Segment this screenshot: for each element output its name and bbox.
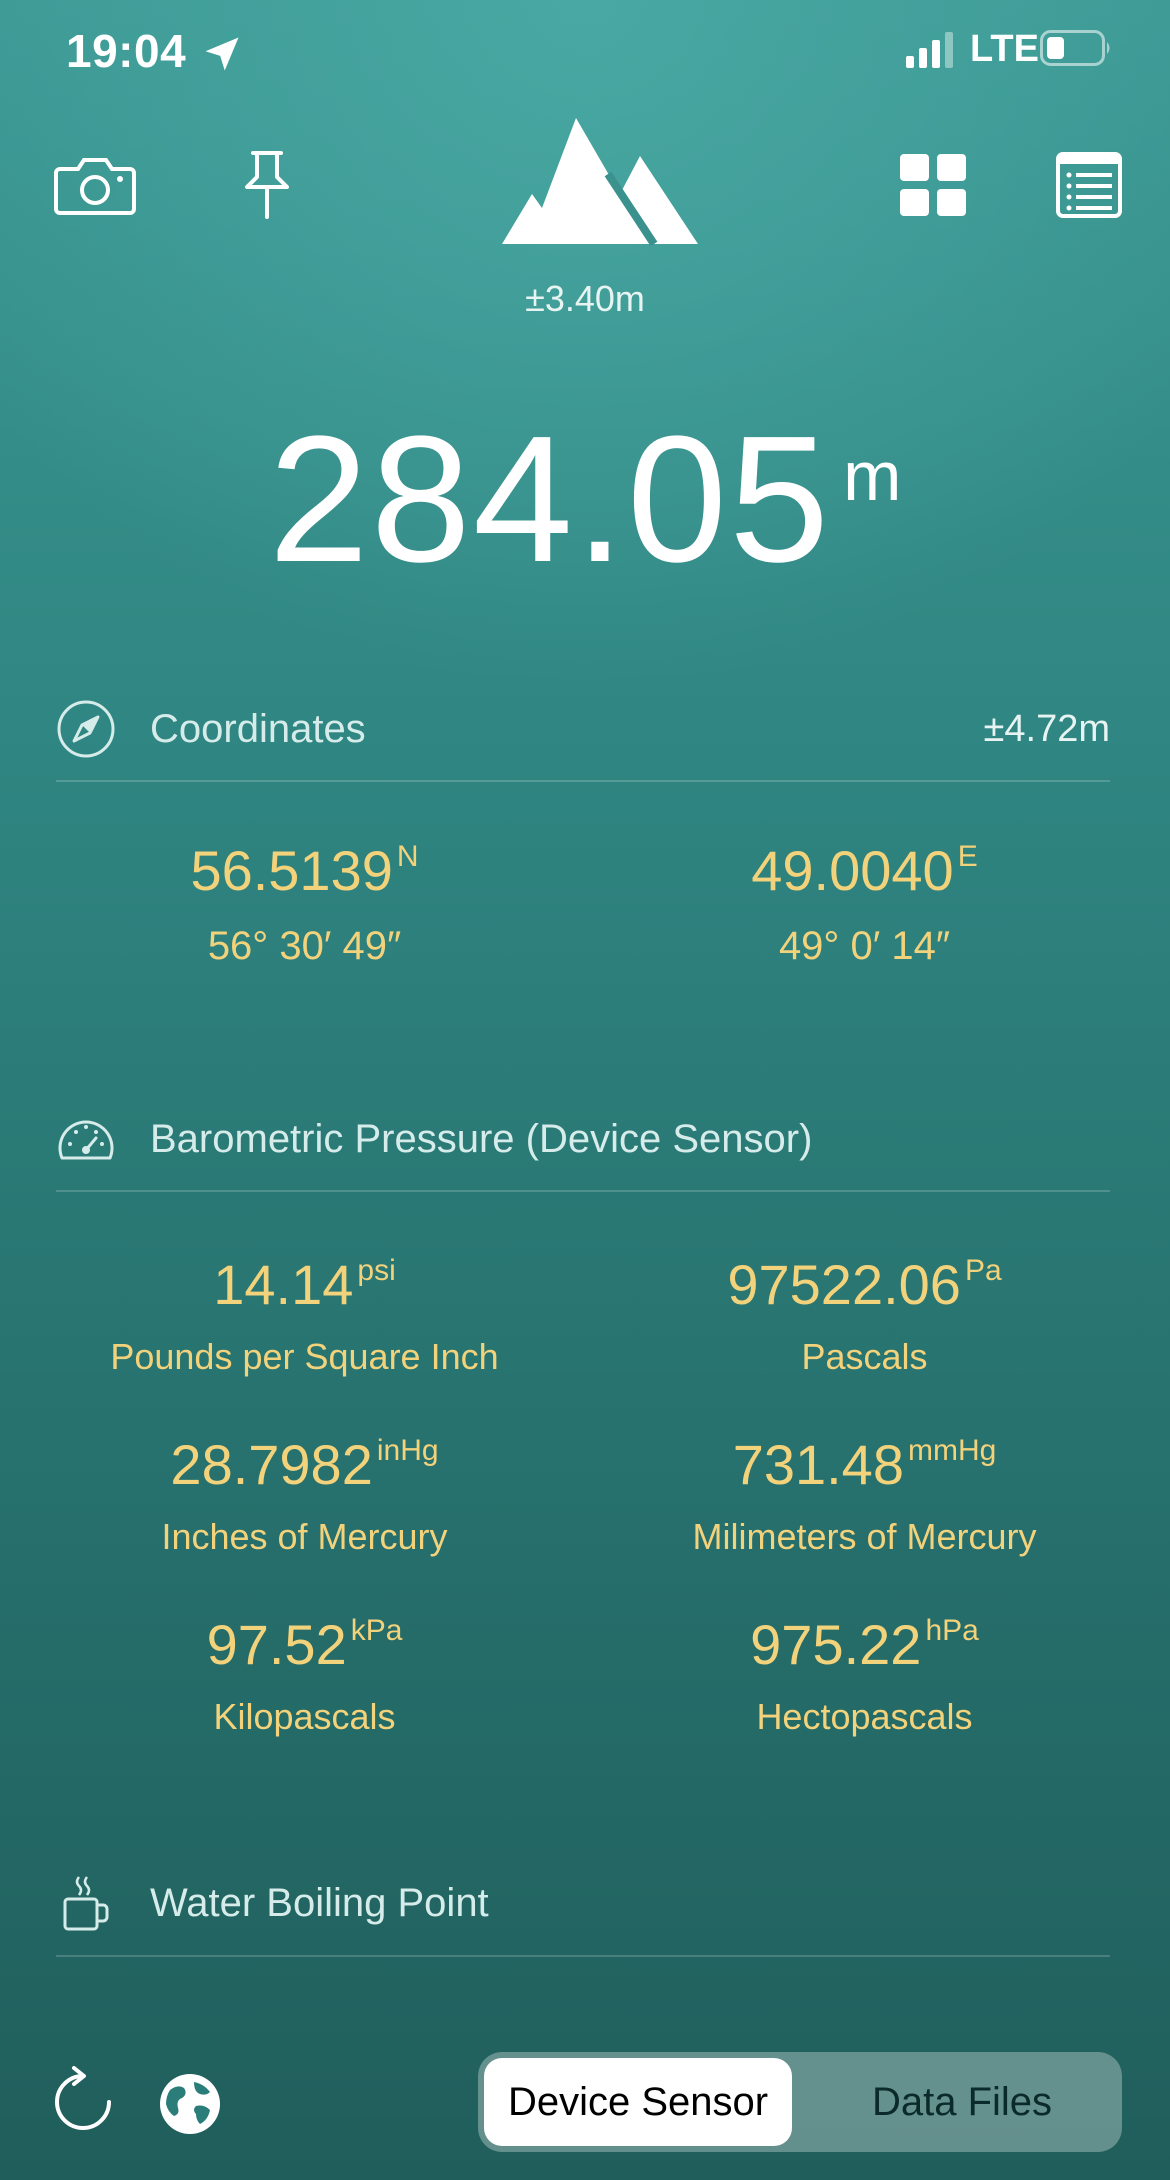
pressure-value: 97522.06 [727,1253,961,1316]
altitude-unit: m [843,437,902,515]
pressure-label: Inches of Mercury [161,1516,448,1557]
pressure-value: 731.48 [732,1433,904,1496]
pressure-unit: inHg [376,1434,439,1467]
list-icon [1056,152,1122,218]
pin-button[interactable] [222,146,312,224]
divider [56,780,1110,782]
altitude-display: 284.05 m [0,410,1170,590]
pressure-value: 28.7982 [170,1433,373,1496]
grid-view-button[interactable] [888,146,978,224]
pressure-value: 975.22 [750,1613,922,1676]
network-type: LTE [970,28,1039,70]
pressure-label: Hectopascals [756,1696,973,1737]
pressure-mmhg: 731.48 mmHg [572,1432,1157,1497]
battery-icon [1040,30,1110,66]
latitude-dms: 56° 30′ 49″ [207,924,402,968]
altitude-accuracy: ±3.40m [525,278,645,319]
latitude-direction: N [396,840,419,873]
pressure-unit: hPa [925,1614,979,1647]
refresh-button[interactable] [50,2066,116,2136]
coordinates-header: Coordinates ±4.72m [56,694,1110,764]
latitude-decimal: 56.5139 [190,839,393,902]
cellular-signal-icon [906,32,953,68]
longitude-value: 49.0040 E [572,838,1157,903]
pin-icon [245,151,289,219]
coordinates-title: Coordinates [150,706,366,751]
pressure-inhg: 28.7982 inHg [12,1432,597,1497]
altitude-value: 284.05 [268,399,832,600]
mountain-logo-icon [502,118,698,247]
longitude-dms: 49° 0′ 14″ [778,924,951,968]
pressure-label: Pounds per Square Inch [110,1336,499,1377]
cup-icon [56,1873,116,1933]
globe-icon [160,2074,220,2134]
pressure-value: 97.52 [206,1613,347,1676]
divider [56,1190,1110,1192]
pressure-unit: kPa [350,1614,403,1647]
pressure-hpa: 975.22 hPa [572,1612,1157,1677]
pressure-kpa: 97.52 kPa [12,1612,597,1677]
gauge-icon [56,1109,116,1169]
source-segmented-control: Device Sensor Data Files [478,2052,1122,2152]
pressure-value: 14.14 [213,1253,354,1316]
coordinates-accuracy: ±4.72m [983,707,1110,750]
camera-icon [54,158,136,215]
status-time: 19:04 [66,25,187,77]
camera-button[interactable] [50,146,140,224]
longitude-decimal: 49.0040 [751,839,954,902]
pressure-header: Barometric Pressure (Device Sensor) [56,1104,1110,1174]
refresh-icon [55,2066,111,2130]
segment-data-files[interactable]: Data Files [808,2058,1116,2146]
pressure-label: Pascals [801,1336,928,1377]
longitude-direction: E [957,840,978,873]
boiling-header: Water Boiling Point [56,1868,1110,1938]
latitude-value: 56.5139 N [12,838,597,903]
pressure-psi: 14.14 psi [12,1252,597,1317]
pressure-unit: psi [357,1254,396,1287]
globe-button[interactable] [158,2072,222,2136]
grid-icon [900,154,966,216]
divider [56,1955,1110,1957]
pressure-title: Barometric Pressure (Device Sensor) [150,1116,813,1161]
pressure-pa: 97522.06 Pa [572,1252,1157,1317]
pressure-unit: Pa [964,1254,1002,1287]
list-view-button[interactable] [1044,146,1134,224]
pressure-label: Milimeters of Mercury [692,1516,1037,1557]
compass-icon [56,699,116,759]
location-arrow-icon [205,37,239,71]
pressure-label: Kilopascals [213,1696,396,1737]
boiling-title: Water Boiling Point [150,1880,489,1925]
segment-device-sensor[interactable]: Device Sensor [484,2058,792,2146]
pressure-unit: mmHg [907,1434,997,1467]
